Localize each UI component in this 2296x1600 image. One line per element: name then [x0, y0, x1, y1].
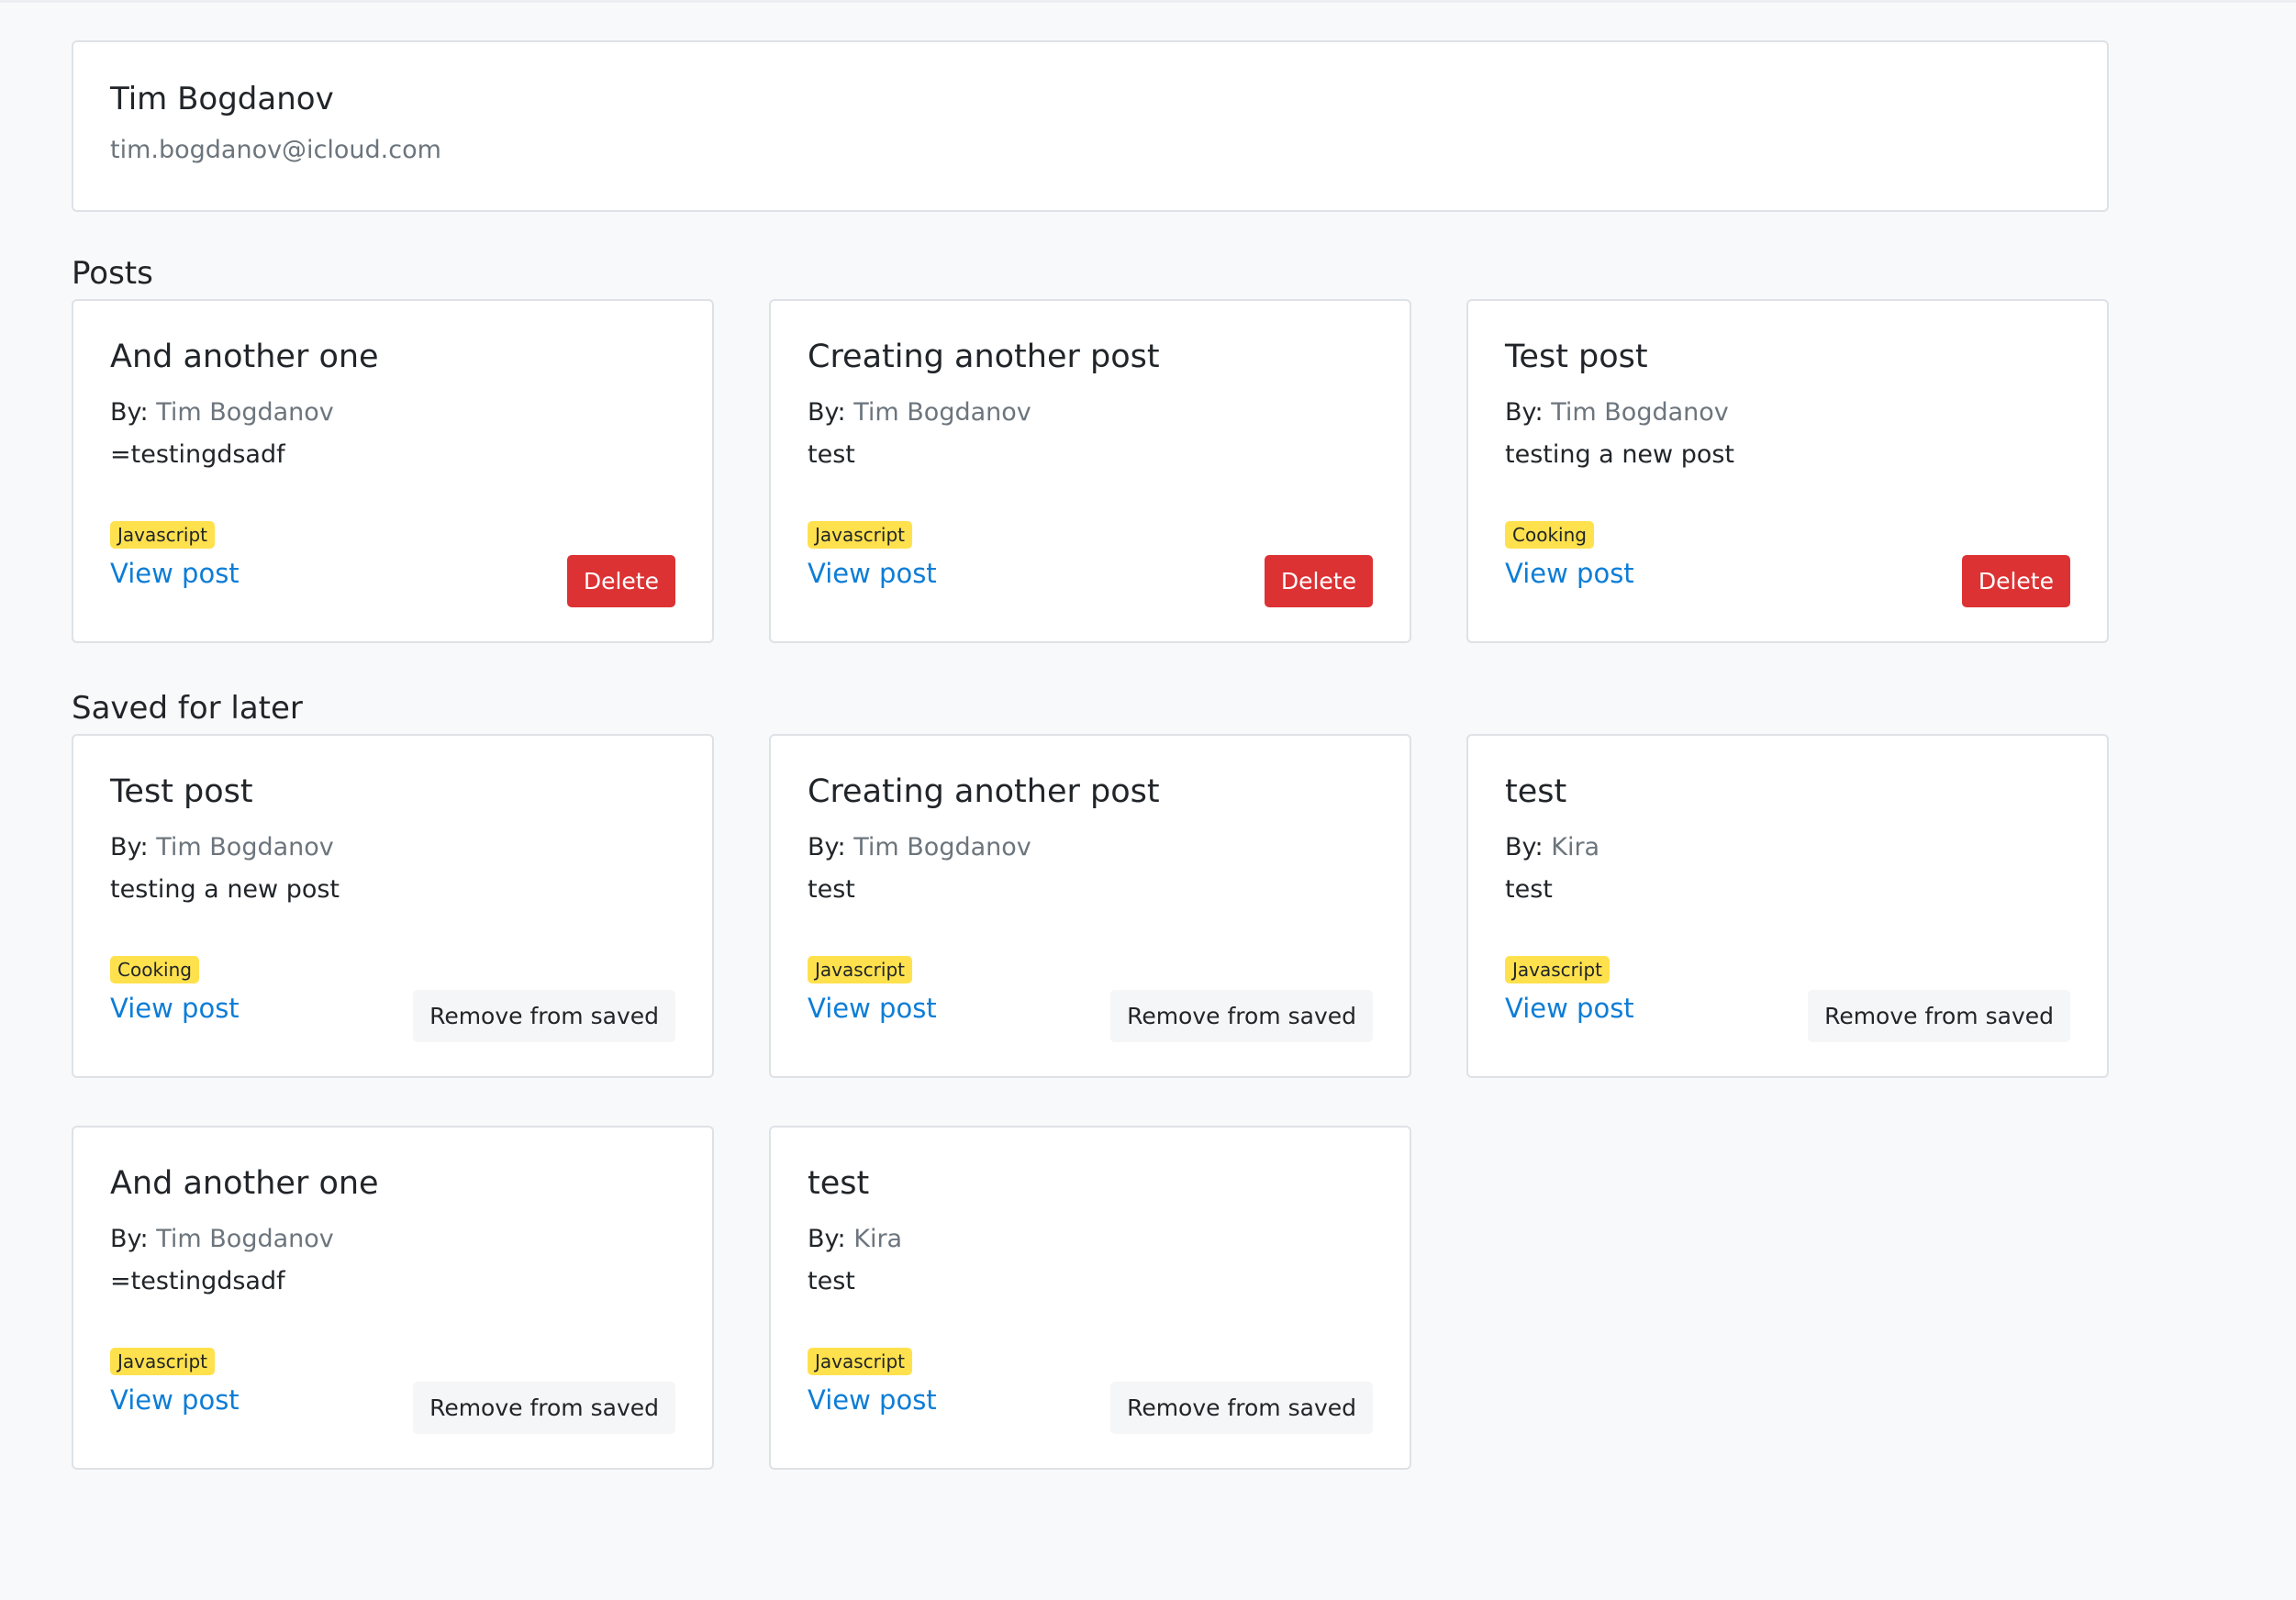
post-title: Test post: [1505, 339, 1648, 375]
post-author: By: Tim Bogdanov: [1505, 396, 2070, 429]
post-body: =testingdsadf: [110, 440, 285, 469]
delete-button[interactable]: Delete: [566, 555, 675, 607]
author-label: By:: [110, 833, 149, 861]
post-card: Test post By: Tim Bogdanov testing a new…: [1466, 299, 2109, 643]
author-name: Kira: [1551, 833, 1600, 861]
post-card: Creating another post By: Tim Bogdanov t…: [769, 299, 1411, 643]
author-label: By:: [1505, 833, 1544, 861]
post-tag: Javascript: [808, 521, 912, 549]
view-post-link[interactable]: View post: [110, 556, 240, 591]
saved-heading: Saved for later: [72, 690, 303, 727]
post-body: testing a new post: [110, 875, 340, 904]
post-tag: Javascript: [1505, 956, 1610, 983]
post-body: test: [808, 875, 855, 904]
post-title: And another one: [110, 1165, 379, 1202]
post-author: By: Tim Bogdanov: [808, 831, 1373, 864]
post-title: test: [808, 1165, 870, 1202]
post-title: test: [1505, 773, 1567, 810]
profile-email: tim.bogdanov@icloud.com: [110, 136, 441, 164]
posts-grid: And another one By: Tim Bogdanov =testin…: [72, 299, 2109, 643]
saved-card: Test post By: Tim Bogdanov testing a new…: [72, 734, 714, 1078]
saved-grid: Test post By: Tim Bogdanov testing a new…: [72, 734, 2109, 1470]
post-title: Creating another post: [808, 339, 1160, 375]
saved-card: test By: Kira test Javascript View post …: [1466, 734, 2109, 1078]
post-author: By: Kira: [808, 1223, 1373, 1256]
view-post-link[interactable]: View post: [110, 991, 240, 1026]
profile-page: Tim Bogdanov tim.bogdanov@icloud.com Pos…: [72, 40, 2109, 1470]
view-post-link[interactable]: View post: [808, 556, 937, 591]
post-tag: Cooking: [1505, 521, 1594, 549]
post-tag: Javascript: [808, 1348, 912, 1375]
saved-card: And another one By: Tim Bogdanov =testin…: [72, 1126, 714, 1470]
profile-card: Tim Bogdanov tim.bogdanov@icloud.com: [72, 40, 2109, 212]
view-post-link[interactable]: View post: [1505, 556, 1634, 591]
post-body: test: [808, 440, 855, 469]
post-author: By: Kira: [1505, 831, 2070, 864]
post-body: =testingdsadf: [110, 1267, 285, 1295]
author-label: By:: [110, 398, 149, 427]
profile-name: Tim Bogdanov: [110, 81, 334, 117]
view-post-link[interactable]: View post: [808, 991, 937, 1026]
post-body: test: [808, 1267, 855, 1295]
delete-button[interactable]: Delete: [1961, 555, 2070, 607]
posts-heading: Posts: [72, 255, 153, 292]
author-name: Tim Bogdanov: [853, 398, 1031, 427]
post-author: By: Tim Bogdanov: [110, 831, 675, 864]
remove-from-saved-button[interactable]: Remove from saved: [413, 990, 675, 1042]
author-label: By:: [110, 1225, 149, 1253]
post-author: By: Tim Bogdanov: [110, 1223, 675, 1256]
remove-from-saved-button[interactable]: Remove from saved: [1110, 990, 1373, 1042]
post-author: By: Tim Bogdanov: [110, 396, 675, 429]
author-name: Tim Bogdanov: [1551, 398, 1729, 427]
remove-from-saved-button[interactable]: Remove from saved: [1110, 1382, 1373, 1434]
post-author: By: Tim Bogdanov: [808, 396, 1373, 429]
author-label: By:: [808, 833, 846, 861]
delete-button[interactable]: Delete: [1264, 555, 1373, 607]
author-label: By:: [808, 1225, 846, 1253]
author-label: By:: [808, 398, 846, 427]
post-title: Test post: [110, 773, 253, 810]
author-name: Tim Bogdanov: [156, 398, 334, 427]
view-post-link[interactable]: View post: [1505, 991, 1634, 1026]
saved-card: Creating another post By: Tim Bogdanov t…: [769, 734, 1411, 1078]
author-name: Kira: [853, 1225, 903, 1253]
top-border: [0, 0, 2296, 3]
saved-card: test By: Kira test Javascript View post …: [769, 1126, 1411, 1470]
post-tag: Javascript: [110, 521, 215, 549]
post-title: Creating another post: [808, 773, 1160, 810]
view-post-link[interactable]: View post: [808, 1383, 937, 1417]
post-body: test: [1505, 875, 1553, 904]
post-tag: Cooking: [110, 956, 199, 983]
view-post-link[interactable]: View post: [110, 1383, 240, 1417]
post-tag: Javascript: [110, 1348, 215, 1375]
post-title: And another one: [110, 339, 379, 375]
remove-from-saved-button[interactable]: Remove from saved: [1808, 990, 2070, 1042]
remove-from-saved-button[interactable]: Remove from saved: [413, 1382, 675, 1434]
post-body: testing a new post: [1505, 440, 1735, 469]
post-tag: Javascript: [808, 956, 912, 983]
author-name: Tim Bogdanov: [156, 833, 334, 861]
author-label: By:: [1505, 398, 1544, 427]
author-name: Tim Bogdanov: [156, 1225, 334, 1253]
author-name: Tim Bogdanov: [853, 833, 1031, 861]
post-card: And another one By: Tim Bogdanov =testin…: [72, 299, 714, 643]
